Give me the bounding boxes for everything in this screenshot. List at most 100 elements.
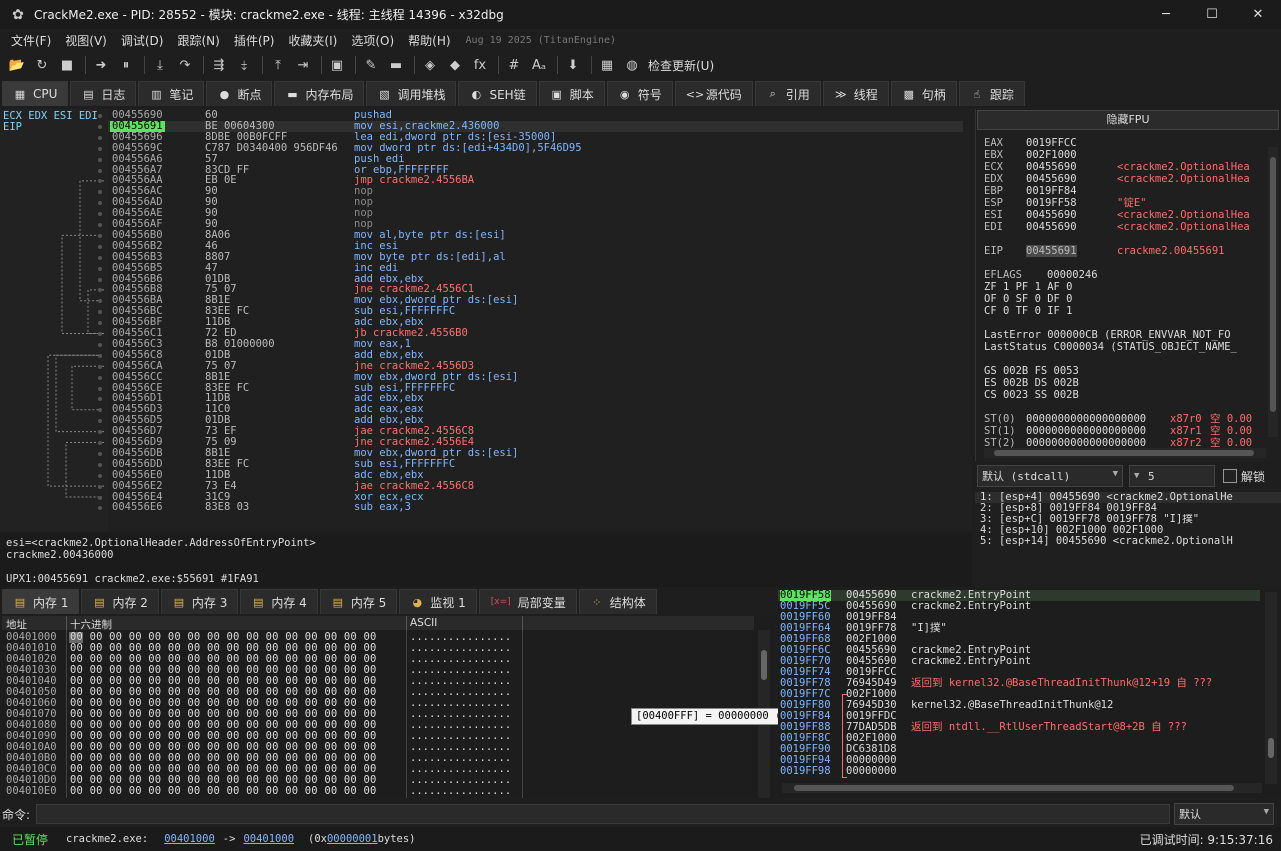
dump-tab-0[interactable]: ▤ 内存 1 bbox=[2, 589, 80, 614]
disasm-row[interactable]: 004556B2 46 inc esi bbox=[98, 240, 963, 252]
disasm-row[interactable]: 004556D3 11C0 adc eax,eax bbox=[98, 404, 963, 415]
dump-tab-7[interactable]: ⁘ 结构体 bbox=[578, 589, 657, 614]
register-row[interactable]: EDI 00455690 <crackme2.OptionalHea bbox=[984, 221, 1266, 233]
argument-count-select[interactable]: ▼ 5 bbox=[1129, 465, 1215, 487]
dump-tab-6[interactable]: [x=] 局部变量 bbox=[478, 589, 577, 614]
status-size[interactable]: 00000001 bbox=[327, 833, 378, 845]
disasm-row[interactable]: 004556AE 90 nop bbox=[98, 208, 963, 219]
register-row[interactable]: ECX 00455690 <crackme2.OptionalHea bbox=[984, 161, 1266, 173]
flags-row[interactable]: ZF 1 PF 1 AF 0 bbox=[984, 281, 1266, 293]
disasm-row[interactable]: 004556D9 75 09 jne crackme2.4556E4 bbox=[98, 437, 963, 448]
functions-icon[interactable]: fx bbox=[469, 54, 491, 76]
maximize-button[interactable]: ☐ bbox=[1189, 0, 1235, 29]
segment-row[interactable]: GS 002B FS 0053 bbox=[984, 365, 1266, 377]
stack-arg-row[interactable]: 2: [esp+8] 0019FF84 0019FF84 bbox=[975, 503, 1281, 514]
register-row[interactable]: EBX 002F1000 bbox=[984, 149, 1266, 161]
stack-pane[interactable]: 0019FF58 00455690 crackme2.EntryPoint 0019F… bbox=[778, 589, 1281, 798]
calculator-icon[interactable]: ▦ bbox=[596, 54, 618, 76]
highlight-icon[interactable]: ✎ bbox=[360, 54, 382, 76]
open-folder-icon[interactable]: 📂 bbox=[6, 54, 28, 76]
dump-row[interactable]: 004010E0 00 00 00 00 00 00 00 00 00 00 00… bbox=[2, 786, 754, 797]
breakpoint-dot[interactable] bbox=[98, 146, 102, 151]
breakpoint-dot[interactable] bbox=[98, 353, 102, 358]
breakpoint-dot[interactable] bbox=[98, 441, 102, 445]
menu-options[interactable]: 选项(O) bbox=[344, 32, 401, 49]
breakpoint-dot[interactable] bbox=[98, 364, 102, 369]
close-button[interactable]: ✕ bbox=[1235, 0, 1281, 29]
menu-plugins[interactable]: 插件(P) bbox=[227, 32, 282, 49]
dump-tab-1[interactable]: ▤ 内存 2 bbox=[81, 589, 159, 614]
stack-arg-row[interactable]: 3: [esp+C] 0019FF78 0019FF78 "I]撲" bbox=[975, 514, 1281, 525]
stack-horizontal-scrollbar[interactable] bbox=[782, 783, 1262, 793]
dump-header-ascii[interactable]: ASCII bbox=[410, 617, 437, 629]
disasm-row[interactable]: 004556B8 75 07 jne crackme2.4556C1 bbox=[98, 284, 963, 295]
disasm-row[interactable]: 004556DD 83EE FC sub esi,FFFFFFFC bbox=[98, 458, 963, 470]
error-row[interactable]: LastStatus C0000034 (STATUS_OBJECT_NAME_ bbox=[984, 341, 1266, 353]
breakpoint-dot[interactable] bbox=[98, 462, 102, 467]
trace-into-icon[interactable]: ⇶ bbox=[208, 54, 230, 76]
tab-item-10[interactable]: ⌕ 引用 bbox=[754, 81, 821, 106]
tab-item-8[interactable]: ◉ 符号 bbox=[606, 81, 673, 106]
dump-tab-3[interactable]: ▤ 内存 4 bbox=[240, 589, 318, 614]
disasm-row[interactable]: 004556A6 57 push edi bbox=[98, 153, 963, 165]
disasm-row[interactable]: 004556C3 B8 01000000 mov eax,1 bbox=[98, 338, 963, 350]
disasm-row[interactable]: 004556CE 83EE FC sub esi,FFFFFFFC bbox=[98, 382, 963, 394]
status-to-address[interactable]: 00401000 bbox=[243, 833, 294, 845]
menu-help[interactable]: 帮助(H) bbox=[401, 32, 457, 49]
breakpoint-dot[interactable] bbox=[98, 244, 102, 249]
disasm-row[interactable]: 004556AD 90 nop bbox=[98, 197, 963, 208]
tab-item-9[interactable]: <> 源代码 bbox=[674, 81, 753, 106]
register-row[interactable]: ESI 00455690 <crackme2.OptionalHea bbox=[984, 209, 1266, 221]
stack-row[interactable]: 0019FF98 00000000 bbox=[778, 766, 1260, 777]
menu-trace[interactable]: 跟踪(N) bbox=[170, 32, 226, 49]
breakpoint-dot[interactable] bbox=[98, 277, 102, 282]
disasm-row[interactable]: 004556BC 83EE FC sub esi,FFFFFFFC bbox=[98, 306, 963, 317]
breakpoint-dot[interactable] bbox=[98, 157, 102, 162]
disasm-row[interactable]: 004556D1 11DB adc ebx,ebx bbox=[98, 393, 963, 404]
restart-icon[interactable]: ↻ bbox=[31, 54, 53, 76]
bookmarks-icon[interactable]: ◆ bbox=[444, 54, 466, 76]
hash-icon[interactable]: # bbox=[503, 54, 525, 76]
eip-row[interactable]: EIP 00455691 crackme2.00455691 bbox=[984, 245, 1266, 257]
breakpoint-dot[interactable] bbox=[98, 386, 102, 391]
tab-cpu[interactable]: ▦ CPU bbox=[2, 81, 69, 106]
tab-item-3[interactable]: ● 断点 bbox=[206, 81, 273, 106]
register-horizontal-scrollbar[interactable] bbox=[984, 448, 1266, 458]
calling-convention-select[interactable]: 默认 (stdcall) ▼ bbox=[977, 465, 1123, 487]
disasm-row[interactable]: 004556B0 8A06 mov al,byte ptr ds:[esi] bbox=[98, 229, 963, 241]
breakpoint-dot[interactable] bbox=[98, 451, 102, 456]
breakpoint-dot[interactable] bbox=[98, 233, 102, 238]
disasm-row[interactable]: 004556B3 8807 mov byte ptr ds:[edi],al bbox=[98, 251, 963, 263]
menu-view[interactable]: 视图(V) bbox=[58, 32, 114, 49]
fpu-row[interactable]: ST(0) 0000000000000000000 x87r0 空 0.00 bbox=[984, 413, 1266, 425]
flags-row[interactable]: OF 0 SF 0 DF 0 bbox=[984, 293, 1266, 305]
disassembly-pane[interactable]: ECX EDX ESI EDI EIP 00455690 60 pushad 0045… bbox=[0, 109, 972, 531]
labels-icon[interactable]: ◈ bbox=[419, 54, 441, 76]
disasm-row[interactable]: 004556AA EB 0E jmp crackme2.4556BA bbox=[98, 175, 963, 186]
tab-item-11[interactable]: ≫ 线程 bbox=[822, 81, 889, 106]
tab-item-7[interactable]: ▣ 脚本 bbox=[538, 81, 605, 106]
dump-header-address[interactable]: 地址 bbox=[6, 617, 27, 632]
dump-tab-2[interactable]: ▤ 内存 3 bbox=[160, 589, 239, 614]
menu-debug[interactable]: 调试(D) bbox=[114, 32, 171, 49]
unlock-checkbox[interactable] bbox=[1223, 469, 1237, 483]
disasm-row[interactable]: 004556E6 83E8 03 sub eax,3 bbox=[98, 502, 963, 513]
disasm-row[interactable]: 004556B5 47 inc edi bbox=[98, 262, 963, 274]
hide-fpu-button[interactable]: 隐藏FPU bbox=[977, 110, 1279, 130]
segment-row[interactable]: ES 002B DS 002B bbox=[984, 377, 1266, 389]
stack-arg-row[interactable]: 4: [esp+10] 002F1000 002F1000 bbox=[975, 525, 1281, 536]
breakpoint-dot[interactable] bbox=[98, 135, 102, 140]
eflags-row[interactable]: EFLAGS 00000246 bbox=[984, 269, 1266, 281]
patch-icon[interactable]: ⬇ bbox=[562, 54, 584, 76]
scylla-icon[interactable]: ▣ bbox=[326, 54, 348, 76]
step-into-icon[interactable]: ⤓ bbox=[149, 54, 171, 76]
tab-item-4[interactable]: ▬ 内存布局 bbox=[274, 81, 365, 106]
tab-item-12[interactable]: ▩ 句柄 bbox=[890, 81, 957, 106]
memory-dump-pane[interactable]: 地址 十六进制 ASCII 00401000 00 00 00 00 00 00 … bbox=[0, 616, 775, 798]
comments-icon[interactable]: ▬ bbox=[385, 54, 407, 76]
stop-icon[interactable]: ■ bbox=[56, 54, 78, 76]
breakpoint-dot[interactable] bbox=[98, 266, 102, 271]
tab-item-6[interactable]: ◐ SEH链 bbox=[458, 81, 537, 106]
stack-vertical-scrollbar[interactable] bbox=[1265, 592, 1277, 784]
register-pane[interactable]: 隐藏FPU EAX 0019FFCC EBX 002F1000 ECX 00455690 <… bbox=[975, 109, 1281, 461]
